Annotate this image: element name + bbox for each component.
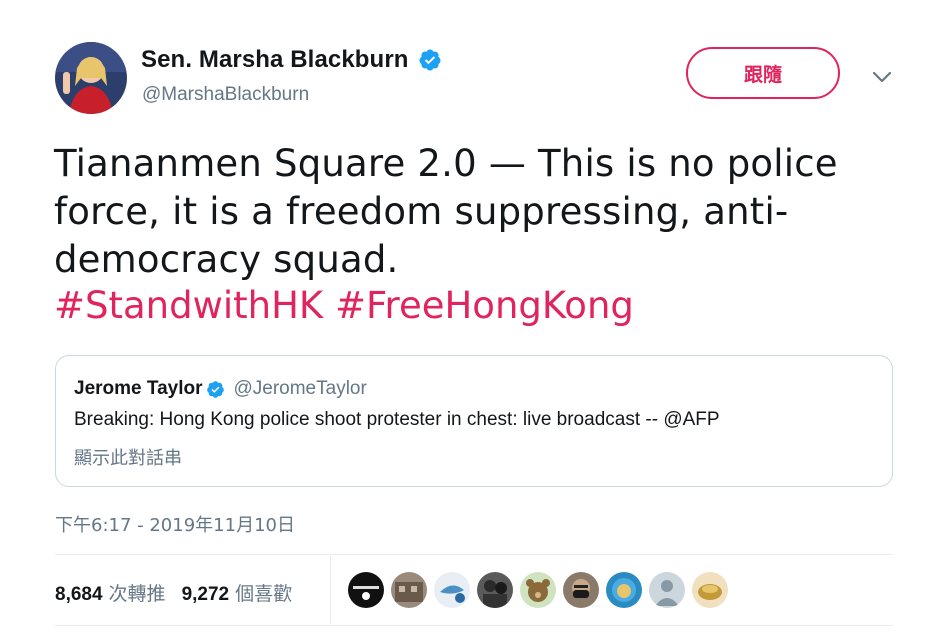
retweet-label: 次轉推 (108, 583, 166, 605)
like-count: 9,272 (181, 584, 230, 605)
quoted-author-name: Jerome Taylor (74, 378, 203, 399)
liker-avatar-bear[interactable] (520, 572, 556, 608)
like-count-link[interactable]: 9,272 個喜歡 (182, 579, 293, 606)
divider (55, 625, 893, 626)
quoted-author-handle: @JeromeTaylor (233, 378, 367, 399)
like-label: 個喜歡 (235, 583, 293, 605)
liker-avatar-lion[interactable] (606, 572, 642, 608)
hashtag-freehongkong[interactable]: #FreeHongKong (335, 284, 634, 327)
quoted-tweet-text: Breaking: Hong Kong police shoot protest… (74, 409, 720, 430)
author-avatar[interactable] (55, 42, 127, 114)
tweet-text: Tiananmen Square 2.0 — This is no police… (54, 142, 838, 281)
liker-avatar-food[interactable] (692, 572, 728, 608)
tweet-stats: 8,684 次轉推 9,272 個喜歡 (55, 579, 292, 606)
divider (55, 554, 893, 555)
follow-button[interactable]: 跟隨 (686, 47, 840, 99)
liker-avatar-bird[interactable] (434, 572, 470, 608)
liker-avatar-masked-face[interactable] (563, 572, 599, 608)
retweet-count-link[interactable]: 8,684 次轉推 (55, 579, 166, 606)
tweet-timestamp[interactable]: 下午6:17 - 2019年11月10日 (55, 511, 295, 537)
verified-badge-icon (419, 49, 441, 71)
quoted-tweet-card[interactable]: Jerome Taylor @JeromeTaylor Breaking: Ho… (55, 355, 893, 487)
retweet-count: 8,684 (55, 584, 103, 605)
author-name[interactable]: Sen. Marsha Blackburn (141, 46, 409, 74)
author-handle[interactable]: @MarshaBlackburn (142, 84, 309, 106)
show-thread-link[interactable]: 顯示此對話串 (74, 444, 182, 470)
liker-avatar-default-user[interactable] (649, 572, 685, 608)
liker-avatar-building[interactable] (391, 572, 427, 608)
chevron-down-icon[interactable] (870, 67, 894, 87)
liker-avatar-people[interactable] (477, 572, 513, 608)
verified-badge-icon (207, 380, 225, 398)
stats-separator (330, 556, 331, 624)
tweet-hashtags: #StandwithHK #FreeHongKong (54, 282, 634, 330)
hashtag-standwithhk[interactable]: #StandwithHK (54, 284, 323, 327)
liker-avatar-standwithhongkong[interactable] (348, 572, 384, 608)
liker-avatars (348, 572, 735, 608)
